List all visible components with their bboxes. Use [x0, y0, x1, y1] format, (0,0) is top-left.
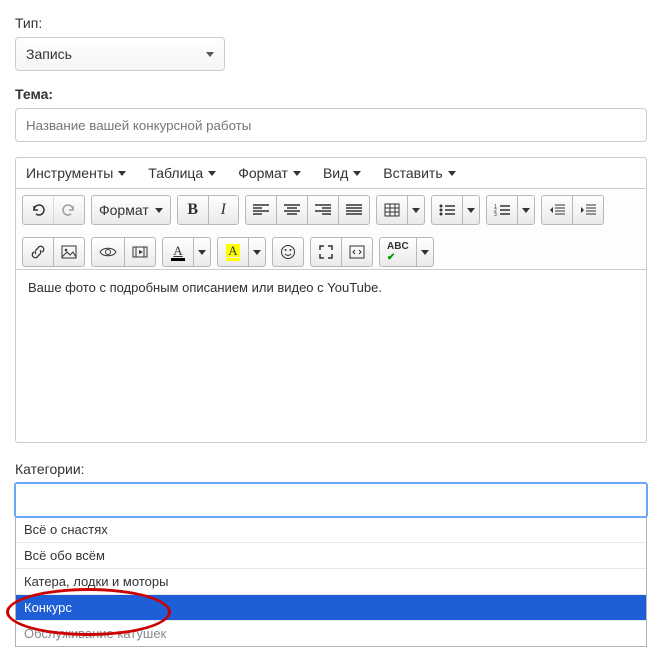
fullscreen-button[interactable]	[311, 238, 341, 266]
italic-button[interactable]: I	[208, 196, 238, 224]
chevron-down-icon	[353, 171, 361, 176]
type-label: Тип:	[15, 15, 647, 31]
emoji-button[interactable]	[273, 238, 303, 266]
preview-button[interactable]	[92, 238, 124, 266]
table-button[interactable]	[377, 196, 407, 224]
redo-button[interactable]	[53, 196, 84, 224]
categories-input[interactable]	[15, 483, 647, 517]
align-right-button[interactable]	[307, 196, 338, 224]
code-button[interactable]	[341, 238, 372, 266]
type-select-value: Запись	[26, 46, 72, 62]
menu-insert[interactable]: Вставить	[383, 165, 455, 181]
categories-dropdown: Всё о снастях Всё обо всём Катера, лодки…	[15, 517, 647, 647]
chevron-down-icon	[155, 208, 163, 213]
category-option[interactable]: Всё обо всём	[16, 543, 646, 569]
spellcheck-dropdown[interactable]	[416, 238, 433, 266]
type-select[interactable]: Запись	[15, 37, 225, 71]
category-option[interactable]: Обслуживание катушек	[16, 621, 646, 646]
outdent-button[interactable]	[542, 196, 572, 224]
image-button[interactable]	[53, 238, 84, 266]
categories-label: Категории:	[15, 461, 647, 477]
text-color-dropdown[interactable]	[193, 238, 210, 266]
bold-button[interactable]: B	[178, 196, 208, 224]
undo-button[interactable]	[23, 196, 53, 224]
bg-color-button[interactable]: A	[218, 238, 248, 266]
chevron-down-icon	[198, 250, 206, 255]
media-button[interactable]	[124, 238, 155, 266]
align-left-button[interactable]	[246, 196, 276, 224]
menu-view[interactable]: Вид	[323, 165, 361, 181]
chevron-down-icon	[522, 208, 530, 213]
subject-label: Тема:	[15, 86, 647, 102]
chevron-down-icon	[118, 171, 126, 176]
menu-tools[interactable]: Инструменты	[26, 165, 126, 181]
align-justify-button[interactable]	[338, 196, 369, 224]
rich-text-editor: Инструменты Таблица Формат Вид Вставить …	[15, 157, 647, 443]
chevron-down-icon	[412, 208, 420, 213]
chevron-down-icon	[467, 208, 475, 213]
chevron-down-icon	[421, 250, 429, 255]
chevron-down-icon	[448, 171, 456, 176]
align-center-button[interactable]	[276, 196, 307, 224]
chevron-down-icon	[253, 250, 261, 255]
editor-placeholder: Ваше фото с подробным описанием или виде…	[28, 280, 382, 295]
link-button[interactable]	[23, 238, 53, 266]
category-option-selected[interactable]: Конкурс	[16, 595, 646, 621]
svg-text:3: 3	[494, 212, 497, 216]
text-color-button[interactable]: A	[163, 238, 193, 266]
editor-content-area[interactable]: Ваше фото с подробным описанием или виде…	[16, 270, 646, 442]
indent-button[interactable]	[572, 196, 603, 224]
bullet-list-button[interactable]	[432, 196, 462, 224]
bg-color-dropdown[interactable]	[248, 238, 265, 266]
chevron-down-icon	[208, 171, 216, 176]
category-option[interactable]: Всё о снастях	[16, 517, 646, 543]
menu-table[interactable]: Таблица	[148, 165, 216, 181]
number-list-dropdown[interactable]	[517, 196, 534, 224]
menu-format[interactable]: Формат	[238, 165, 301, 181]
number-list-button[interactable]: 123	[487, 196, 517, 224]
chevron-down-icon	[293, 171, 301, 176]
table-dropdown[interactable]	[407, 196, 424, 224]
subject-input[interactable]	[15, 108, 647, 142]
category-option[interactable]: Катера, лодки и моторы	[16, 569, 646, 595]
bullet-list-dropdown[interactable]	[462, 196, 479, 224]
format-select[interactable]: Формат	[92, 196, 170, 224]
chevron-down-icon	[206, 52, 214, 57]
spellcheck-button[interactable]: ABC✔	[380, 238, 416, 266]
